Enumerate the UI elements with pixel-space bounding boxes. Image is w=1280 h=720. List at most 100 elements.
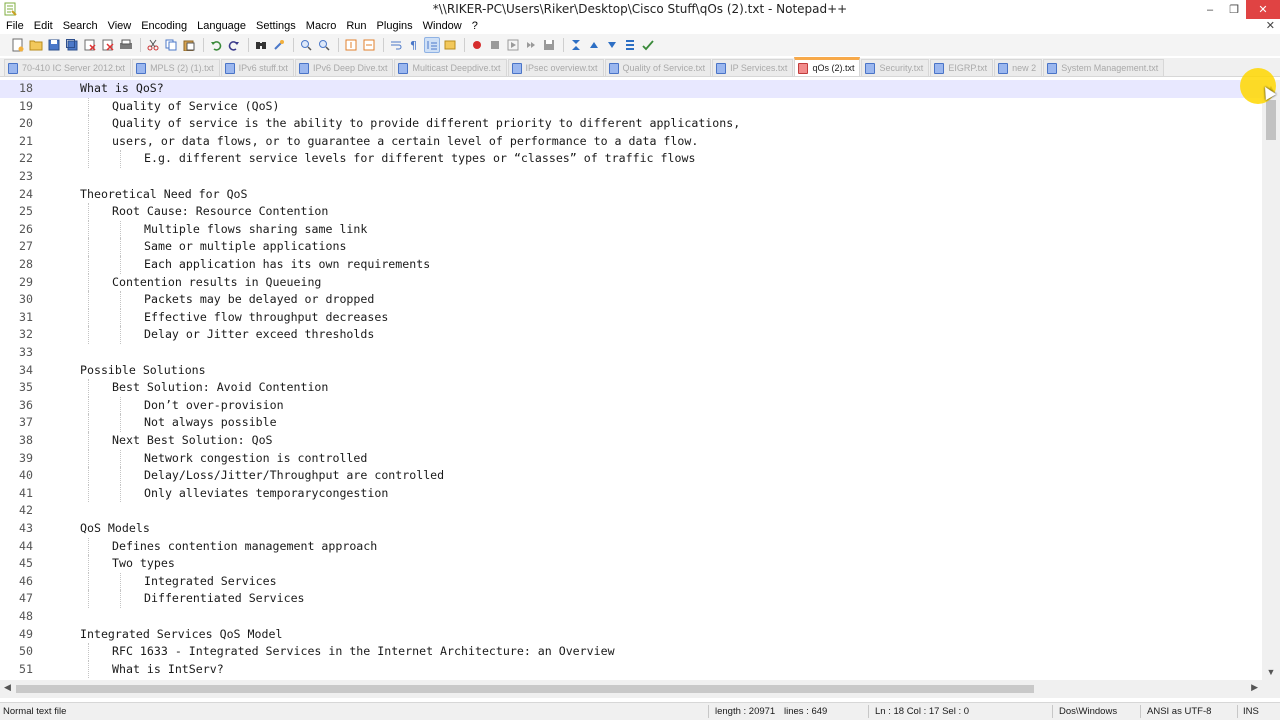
editor-line[interactable]: 48	[0, 608, 1262, 626]
editor-line[interactable]: 34 Possible Solutions	[0, 362, 1262, 380]
editor-line[interactable]: 49 Integrated Services QoS Model	[0, 626, 1262, 644]
vertical-scroll-thumb[interactable]	[1266, 100, 1276, 140]
editor-line[interactable]: 37 Not always possible	[0, 414, 1262, 432]
scroll-right-arrow-icon[interactable]: ▶	[1251, 682, 1258, 693]
zoom-out-icon[interactable]	[316, 37, 332, 53]
tab-security[interactable]: Security.txt	[861, 59, 930, 76]
editor-line[interactable]: 25 Root Cause: Resource Contention	[0, 203, 1262, 221]
tab-eigrp[interactable]: EIGRP.txt	[930, 59, 994, 76]
editor-line[interactable]: 35 Best Solution: Avoid Contention	[0, 379, 1262, 397]
minimize-button[interactable]: –	[1198, 0, 1222, 19]
print-icon[interactable]	[118, 37, 134, 53]
editor-line[interactable]: 33	[0, 344, 1262, 362]
replace-icon[interactable]	[271, 37, 287, 53]
tab-mpls-2-1[interactable]: MPLS (2) (1).txt	[132, 59, 220, 76]
editor-line[interactable]: 45 Two types	[0, 555, 1262, 573]
vertical-scrollbar[interactable]: ▲ ▼	[1262, 80, 1280, 680]
close-all-icon[interactable]	[100, 37, 116, 53]
open-file-icon[interactable]	[28, 37, 44, 53]
menu-view[interactable]: View	[103, 19, 137, 34]
menu-language[interactable]: Language	[192, 19, 251, 34]
fold-all-icon[interactable]	[568, 37, 584, 53]
editor-line[interactable]: 19 Quality of Service (QoS)	[0, 97, 1262, 116]
editor-line[interactable]: 41 Only alleviates temporarycongestion	[0, 484, 1262, 503]
sync-horizontal-icon[interactable]	[361, 37, 377, 53]
menu-file[interactable]: File	[0, 19, 29, 34]
editor-line[interactable]: 30 Packets may be delayed or dropped	[0, 291, 1262, 309]
tab-ip-services[interactable]: IP Services.txt	[712, 59, 794, 76]
editor-line[interactable]: 32 Delay or Jitter exceed thresholds	[0, 326, 1262, 344]
save-icon[interactable]	[46, 37, 62, 53]
editor-line[interactable]: 31 Effective flow throughput decreases	[0, 308, 1262, 327]
user-language-icon[interactable]	[442, 37, 458, 53]
editor-line[interactable]: 39 Network congestion is controlled	[0, 449, 1262, 468]
editor-line[interactable]: 27 Same or multiple applications	[0, 238, 1262, 256]
undo-icon[interactable]	[208, 37, 224, 53]
zoom-in-icon[interactable]	[298, 37, 314, 53]
editor-line[interactable]: 46 Integrated Services	[0, 572, 1262, 591]
editor-line[interactable]: 21 users, or data flows, or to guarantee …	[0, 132, 1262, 151]
close-button[interactable]: ✕	[1246, 0, 1280, 19]
show-all-chars-icon[interactable]: ¶	[406, 37, 422, 53]
menu-edit[interactable]: Edit	[29, 19, 58, 34]
menu-settings[interactable]: Settings	[251, 19, 301, 34]
copy-icon[interactable]	[163, 37, 179, 53]
tab-quality-of-service[interactable]: Quality of Service.txt	[604, 59, 712, 76]
spell-check-icon[interactable]	[640, 37, 656, 53]
current-line[interactable]: 18 What is QoS?	[0, 80, 1262, 98]
text-editor[interactable]: 18 What is QoS? 19 Quality of Service (QoS)…	[0, 80, 1262, 680]
tab-new-2[interactable]: new 2	[994, 59, 1043, 76]
close-file-icon[interactable]	[82, 37, 98, 53]
redo-icon[interactable]	[226, 37, 242, 53]
save-macro-icon[interactable]	[541, 37, 557, 53]
tab-ipv6-stuff[interactable]: IPv6 stuff.txt	[220, 59, 294, 76]
restore-button[interactable]: ❐	[1222, 0, 1246, 19]
sync-vertical-icon[interactable]	[343, 37, 359, 53]
editor-line[interactable]: 51 What is IntServ?	[0, 660, 1262, 679]
editor-line[interactable]: 38 Next Best Solution: QoS	[0, 432, 1262, 450]
expand-down-icon[interactable]	[604, 37, 620, 53]
editor-line[interactable]: 28 Each application has its own requireme…	[0, 256, 1262, 274]
find-icon[interactable]	[253, 37, 269, 53]
save-all-icon[interactable]	[64, 37, 80, 53]
stop-macro-icon[interactable]	[487, 37, 503, 53]
tab-multicast-deepdive[interactable]: Multicast Deepdive.txt	[394, 59, 507, 76]
record-macro-icon[interactable]	[469, 37, 485, 53]
word-wrap-icon[interactable]	[388, 37, 404, 53]
menu-plugins[interactable]: Plugins	[372, 19, 418, 34]
editor-line[interactable]: 44 Defines contention management approach	[0, 537, 1262, 556]
tab-70-410-ic-server-2012[interactable]: 70-410 IC Server 2012.txt	[4, 59, 132, 76]
editor-line[interactable]: 24 Theoretical Need for QoS	[0, 186, 1262, 204]
scroll-left-arrow-icon[interactable]: ◀	[4, 682, 11, 693]
editor-line[interactable]: 50 RFC 1633 - Integrated Services in the …	[0, 643, 1262, 661]
indent-guide-icon[interactable]	[424, 37, 440, 53]
editor-line[interactable]: 47 Differentiated Services	[0, 590, 1262, 608]
tab-system-management[interactable]: System Management.txt	[1043, 59, 1165, 76]
editor-line[interactable]: 23	[0, 168, 1262, 186]
scroll-down-arrow-icon[interactable]: ▼	[1262, 664, 1280, 680]
close-document-button[interactable]: ✕	[1266, 19, 1275, 34]
tab-ipv6-deep-dive[interactable]: IPv6 Deep Dive.txt	[294, 59, 394, 76]
editor-line[interactable]: 36 Don’t over-provision	[0, 396, 1262, 415]
run-macro-multiple-icon[interactable]	[523, 37, 539, 53]
tab-qos-2[interactable]: qOs (2).txt	[794, 57, 861, 76]
editor-line[interactable]: 20 Quality of service is the ability to p…	[0, 115, 1262, 133]
horizontal-scrollbar[interactable]: ◀ ▶	[0, 680, 1262, 698]
menu-run[interactable]: Run	[341, 19, 371, 34]
editor-line[interactable]: 22 E.g. different service levels for diff…	[0, 150, 1262, 168]
play-macro-icon[interactable]	[505, 37, 521, 53]
menu-window[interactable]: Window	[418, 19, 467, 34]
editor-line[interactable]: 29 Contention results in Queueing	[0, 273, 1262, 292]
unfold-all-icon[interactable]	[622, 37, 638, 53]
editor-line[interactable]: 26 Multiple flows sharing same link	[0, 220, 1262, 239]
cut-icon[interactable]	[145, 37, 161, 53]
new-file-icon[interactable]	[10, 37, 26, 53]
tab-ipsec-overview[interactable]: IPsec overview.txt	[507, 59, 604, 76]
collapse-up-icon[interactable]	[586, 37, 602, 53]
editor-line[interactable]: 40 Delay/Loss/Jitter/Throughput are contr…	[0, 467, 1262, 485]
menu-help[interactable]: ?	[467, 19, 483, 34]
paste-icon[interactable]	[181, 37, 197, 53]
menu-search[interactable]: Search	[58, 19, 103, 34]
editor-line[interactable]: 42	[0, 502, 1262, 520]
horizontal-scroll-thumb[interactable]	[16, 685, 1034, 693]
